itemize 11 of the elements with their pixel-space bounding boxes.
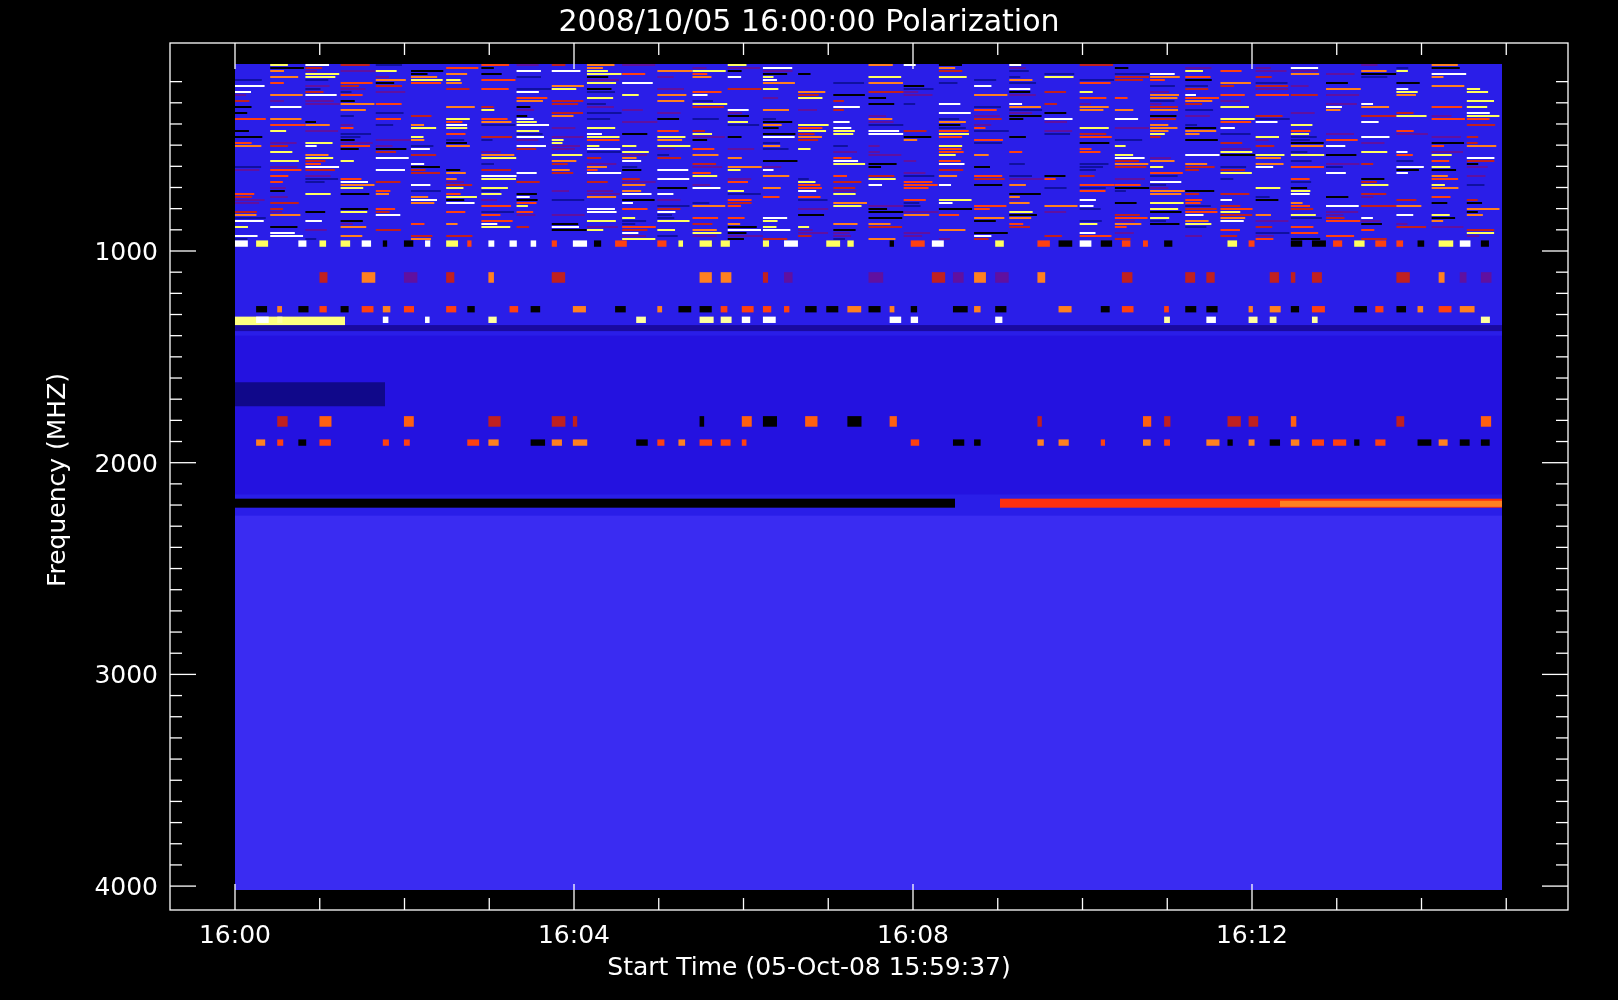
y-tick-label: 3000 bbox=[94, 660, 158, 690]
chart-title: 2008/10/05 16:00:00 Polarization bbox=[558, 3, 1060, 38]
y-tick-label: 2000 bbox=[94, 448, 158, 478]
y-tick-label: 4000 bbox=[94, 872, 158, 902]
x-tick-label: 16:12 bbox=[1216, 920, 1288, 949]
x-axis-label: Start Time (05-Oct-08 15:59:37) bbox=[607, 952, 1011, 981]
x-tick-label: 16:08 bbox=[877, 920, 949, 949]
y-axis-label: Frequency (MHZ) bbox=[42, 372, 71, 588]
x-tick-label: 16:04 bbox=[538, 920, 610, 949]
x-tick-label: 16:00 bbox=[199, 920, 271, 949]
y-tick-label: 1000 bbox=[94, 237, 158, 266]
